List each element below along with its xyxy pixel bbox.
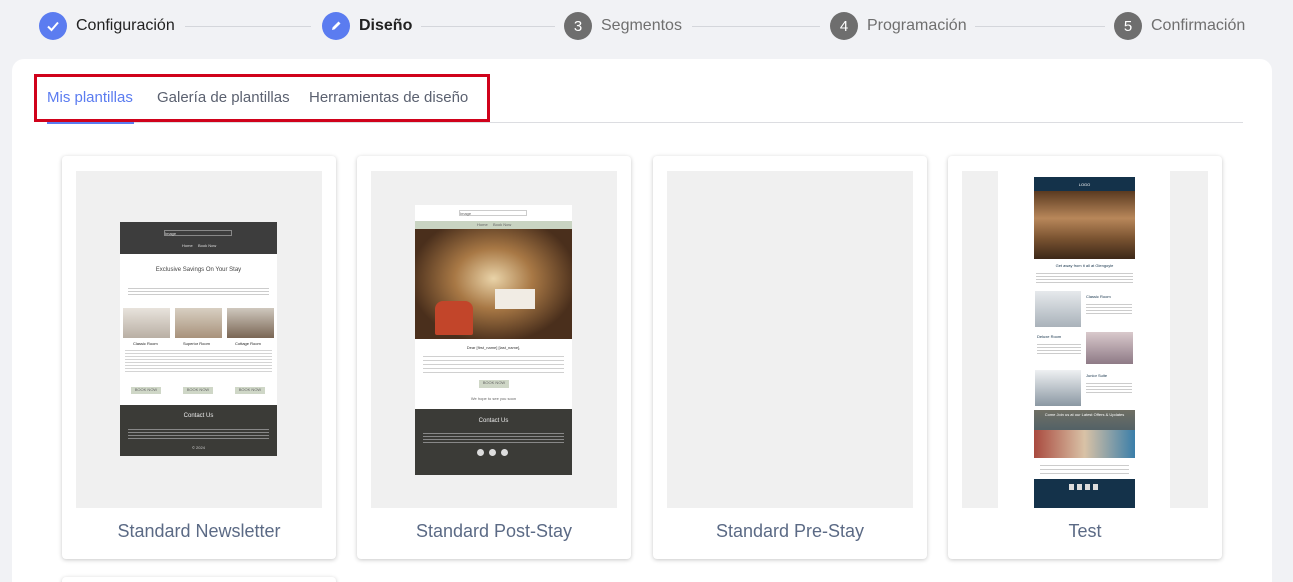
preview-room-2: Superior Room [183, 341, 210, 346]
step-confirmacion[interactable]: 5 Confirmación [1114, 12, 1245, 40]
template-preview: LOGO Get away from it all at Glengoyle C… [962, 171, 1208, 508]
preview-logo: Image [164, 230, 232, 236]
step-number: 4 [830, 12, 858, 40]
template-card-standard-post-stay[interactable]: Image Home Book Now Dear [first_name] [l… [357, 156, 631, 559]
step-label: Diseño [359, 17, 413, 34]
tab-galeria-de-plantillas[interactable]: Galería de plantillas [157, 89, 290, 106]
tab-herramientas-de-diseno[interactable]: Herramientas de diseño [309, 89, 468, 106]
preview-banner: Come Join us at our Latest Offers & Upda… [1044, 412, 1125, 417]
preview-nav-book: Book Now [493, 222, 512, 227]
preview-button: BOOK NOW [479, 380, 509, 388]
active-tab-indicator [47, 122, 134, 124]
instagram-icon [501, 449, 508, 456]
template-preview: Image Home Book Now Exclusive Savings On… [76, 171, 322, 508]
step-connector [421, 26, 555, 27]
preview-room-2: Deluxe Room [1037, 334, 1062, 339]
step-label: Programación [867, 17, 967, 34]
step-connector [185, 26, 311, 27]
preview-nav-home: Home [477, 222, 488, 227]
facebook-icon [477, 449, 484, 456]
template-card-next[interactable] [62, 577, 336, 582]
step-connector [692, 26, 820, 27]
preview-copyright: © 2024 [192, 445, 205, 450]
check-icon [39, 12, 67, 40]
template-name: Standard Newsletter [117, 521, 281, 541]
preview-button: BOOK NOW [235, 387, 265, 394]
preview-heading: Get away from it all at Glengoyle [1055, 263, 1114, 268]
step-label: Configuración [76, 17, 175, 34]
preview-footer-heading: Contact Us [478, 418, 509, 424]
preview-room-3: Cottage Room [235, 341, 261, 346]
template-card-standard-newsletter[interactable]: Image Home Book Now Exclusive Savings On… [62, 156, 336, 559]
preview-nav-book: Book Now [198, 243, 217, 248]
template-card-standard-pre-stay[interactable]: Standard Pre-Stay [653, 156, 927, 559]
preview-button: BOOK NOW [183, 387, 213, 394]
preview-hero-image [1034, 191, 1135, 259]
step-number: 3 [564, 12, 592, 40]
step-label: Segmentos [601, 17, 682, 34]
step-number: 5 [1114, 12, 1142, 40]
template-preview [667, 171, 913, 508]
preview-logo: LOGO [1078, 182, 1091, 187]
tab-mis-plantillas[interactable]: Mis plantillas [47, 89, 133, 106]
template-name: Standard Pre-Stay [715, 521, 865, 541]
preview-logo: Image [459, 210, 527, 216]
step-label: Confirmación [1151, 17, 1246, 34]
pencil-icon [322, 12, 350, 40]
preview-button: BOOK NOW [131, 387, 161, 394]
preview-greeting: Dear [first_name] [last_name], [466, 345, 521, 350]
step-programacion[interactable]: 4 Programación [830, 12, 967, 40]
preview-room-1: Classic Room [133, 341, 158, 346]
step-segmentos[interactable]: 3 Segmentos [564, 12, 682, 40]
tabs-divider [47, 122, 1243, 123]
template-card-test[interactable]: LOGO Get away from it all at Glengoyle C… [948, 156, 1222, 559]
preview-heading: Exclusive Savings On Your Stay [155, 267, 242, 273]
template-name: Test [1068, 521, 1102, 541]
template-preview: Image Home Book Now Dear [first_name] [l… [371, 171, 617, 508]
preview-room-3: Junior Suite [1086, 373, 1108, 378]
preview-signoff: We hope to see you soon [470, 396, 517, 401]
step-connector [975, 26, 1105, 27]
template-name: Standard Post-Stay [415, 521, 573, 541]
progress-stepper: Configuración Diseño 3 Segmentos 4 Progr… [0, 0, 1293, 54]
preview-footer-heading: Contact Us [183, 413, 214, 419]
social-icons [1069, 484, 1101, 490]
twitter-icon [489, 449, 496, 456]
preview-nav-home: Home [182, 243, 193, 248]
preview-room-1: Classic Room [1086, 294, 1111, 299]
step-diseno[interactable]: Diseño [322, 12, 412, 40]
step-configuracion[interactable]: Configuración [39, 12, 175, 40]
